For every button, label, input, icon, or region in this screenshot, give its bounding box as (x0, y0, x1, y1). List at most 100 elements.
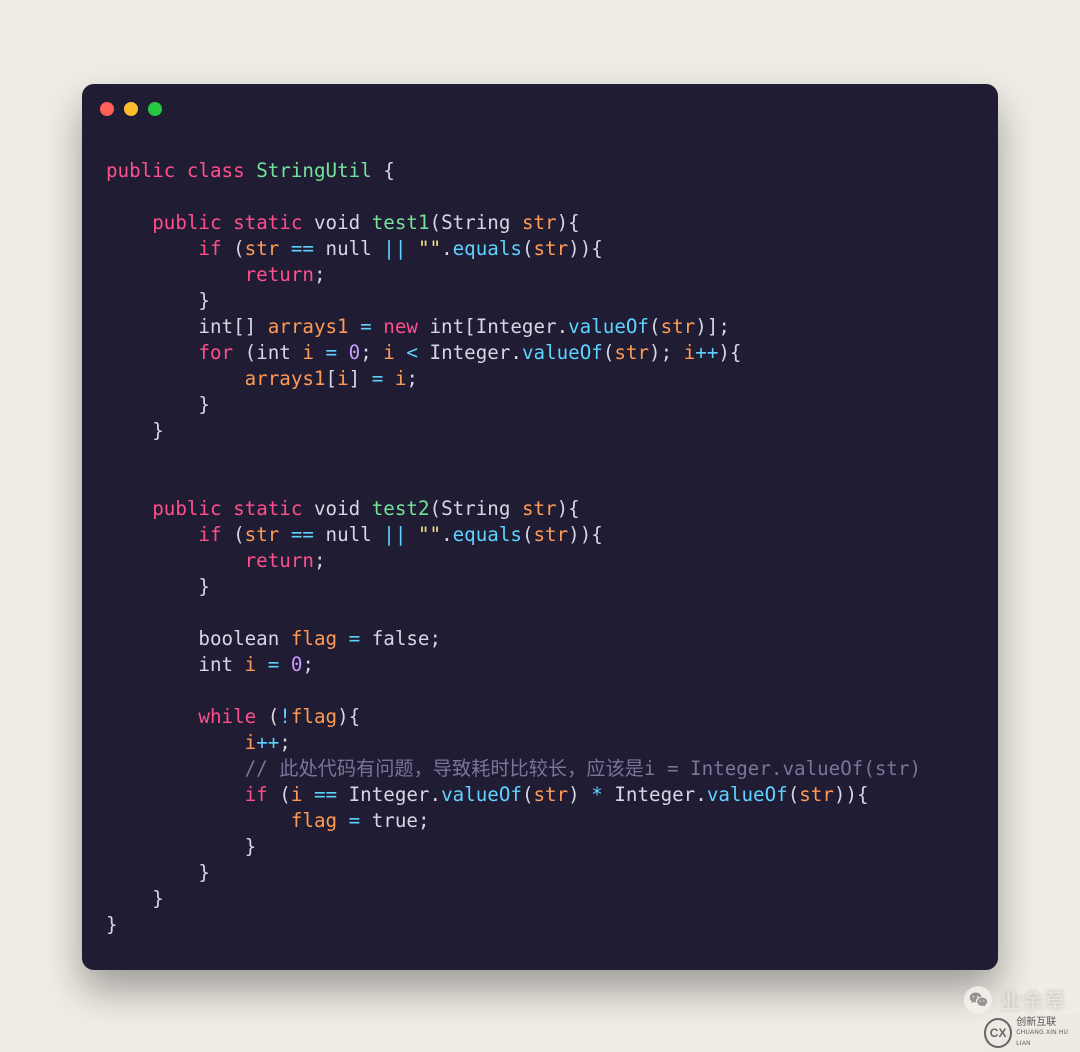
paren: ( (788, 783, 800, 806)
method-name: test2 (372, 497, 430, 520)
corner-line2: CHUANG XIN HU LIAN (1016, 1028, 1080, 1050)
false: false (372, 627, 430, 650)
op-eq: == (279, 523, 325, 546)
paren: ( (603, 341, 615, 364)
valueOf: valueOf (441, 783, 522, 806)
minimize-dot-icon[interactable] (124, 102, 138, 116)
semi: ; (360, 341, 383, 364)
semi: ; (406, 367, 418, 390)
kw-return: return (245, 549, 314, 572)
dot: . (510, 341, 522, 364)
method-name: test1 (372, 211, 430, 234)
semi: ; (314, 263, 326, 286)
brace: { (372, 159, 395, 182)
Integer: Integer (349, 783, 430, 806)
close: ) (568, 783, 591, 806)
kw-if: if (198, 523, 221, 546)
assign: = (337, 627, 372, 650)
boolean: boolean (198, 627, 290, 650)
comment-line: // 此处代码有问题，导致耗时比较长，应该是i = Integer.valueO… (245, 757, 921, 780)
paren: ( (522, 237, 534, 260)
op-or: || (372, 237, 418, 260)
pp: ++ (256, 731, 279, 754)
param-name: str (522, 211, 557, 234)
op-or: || (372, 523, 418, 546)
string-lit: "" (418, 237, 441, 260)
kw-static: static (233, 211, 302, 234)
close: )]; (695, 315, 730, 338)
kw-class: class (187, 159, 245, 182)
wechat-icon (964, 986, 992, 1014)
lt: < (395, 341, 430, 364)
semi: ; (314, 549, 326, 572)
code-content: public class StringUtil { public static … (106, 158, 984, 946)
code-window: public class StringUtil { public static … (82, 84, 998, 970)
var-i: i (291, 783, 303, 806)
close: )){ (834, 783, 869, 806)
class-name: StringUtil (256, 159, 372, 182)
intarr: int[] (198, 315, 267, 338)
assign: = (372, 367, 395, 390)
close-dot-icon[interactable] (100, 102, 114, 116)
assign: = (314, 341, 349, 364)
var-i: i (684, 341, 696, 364)
dot: . (557, 315, 569, 338)
var-i: i (245, 653, 257, 676)
dot: . (441, 523, 453, 546)
kw-public: public (106, 159, 175, 182)
Integer: Integer (614, 783, 695, 806)
watermark: 业余草 (964, 984, 1066, 1016)
dot: . (441, 237, 453, 260)
dot: . (430, 783, 442, 806)
arg: str (534, 237, 569, 260)
tail: ){ (557, 497, 580, 520)
var-i: i (383, 341, 395, 364)
kw-return: return (245, 263, 314, 286)
paren: ( (233, 341, 256, 364)
op-eq: == (279, 237, 325, 260)
bang: ! (279, 705, 291, 728)
var: arrays1 (268, 315, 349, 338)
var-i: i (245, 731, 257, 754)
int: int (256, 341, 302, 364)
int: int (198, 653, 244, 676)
zoom-dot-icon[interactable] (148, 102, 162, 116)
zero: 0 (291, 653, 303, 676)
null: null (326, 523, 372, 546)
semi: ; (302, 653, 314, 676)
Integer: Integer (476, 315, 557, 338)
arg: str (534, 783, 569, 806)
brace: } (198, 289, 210, 312)
flag: flag (291, 809, 337, 832)
brace: } (198, 861, 210, 884)
paren: ( (522, 523, 534, 546)
null: null (326, 237, 372, 260)
idx-close: ] (349, 367, 372, 390)
semi: ; (279, 731, 291, 754)
tail: ){ (718, 341, 741, 364)
window-traffic-lights (100, 102, 162, 116)
idx-open: [ (326, 367, 338, 390)
semi: ; (429, 627, 441, 650)
kw-new: new (383, 315, 418, 338)
arrays1: arrays1 (245, 367, 326, 390)
star: * (591, 783, 614, 806)
paren: ( (256, 705, 279, 728)
paren: ( (222, 237, 245, 260)
string-lit: "" (418, 523, 441, 546)
true: true (372, 809, 418, 832)
kw-static: static (233, 497, 302, 520)
brace: } (152, 887, 164, 910)
int-bracket: int[ (418, 315, 476, 338)
paren: ( (222, 523, 245, 546)
brace: } (198, 393, 210, 416)
param-type: String (441, 211, 510, 234)
arg: str (661, 315, 696, 338)
close: ); (649, 341, 684, 364)
brace: } (152, 419, 164, 442)
Integer: Integer (430, 341, 511, 364)
paren: ( (522, 783, 534, 806)
tail: ){ (337, 705, 360, 728)
semi: ; (418, 809, 430, 832)
paren: )){ (568, 237, 603, 260)
